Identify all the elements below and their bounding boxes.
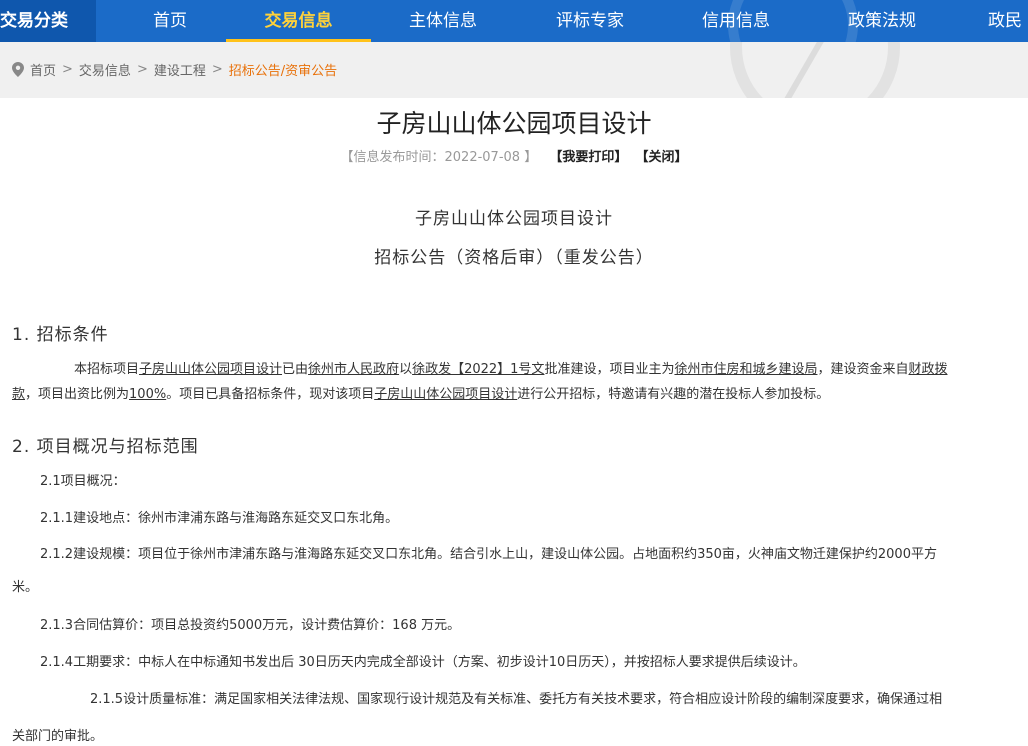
item-2-1: 2.1项目概况： (40, 474, 126, 489)
project-name: 子房山山体公园项目设计 (374, 387, 518, 402)
item-2-1-5-cont: 关部门的审批。 (12, 729, 104, 744)
article-meta: 【信息发布时间：2022-07-08 】 【我要打印】 【关闭】 (0, 148, 1028, 168)
text: 已由 (282, 362, 309, 377)
content-subtitle-notice-type: 招标公告（资格后审）（重发公告） (374, 248, 654, 268)
fund-source: 财政拨 (908, 362, 948, 377)
approval-doc: 徐政发【2022】1号文 (412, 362, 545, 377)
breadcrumb-construction[interactable]: 建设工程 (154, 60, 206, 79)
nav-category-button[interactable]: 交易分类 (0, 0, 96, 42)
content-subtitle-project: 子房山山体公园项目设计 (415, 209, 613, 229)
fund-source-cont: 款 (12, 387, 26, 402)
close-button[interactable]: 【关闭】 (636, 150, 688, 165)
publish-info: 【信息发布时间：2022-07-08 】 (340, 150, 537, 165)
item-2-1-4: 2.1.4工期要求：中标人在中标通知书发出后 30日历天内完成全部设计（方案、初… (40, 655, 806, 670)
item-2-1-5: 2.1.5设计质量标准：满足国家相关法律法规、国家现行设计规范及有关标准、委托方… (90, 692, 943, 707)
location-pin-icon (12, 62, 24, 77)
section-heading-conditions: 1. 招标条件 (12, 325, 109, 345)
text: ，建设资金来自 (817, 362, 909, 377)
text: 批准建设，项目业主为 (544, 362, 675, 377)
text: 2.1.2建设规模：项目位于徐州市津浦东路与淮海路东延交叉口东北角。结合引水上山… (40, 547, 937, 562)
section-1-paragraph: 本招标项目子房山山体公园项目设计已由徐州市人民政府以徐政发【2022】1号文批准… (12, 357, 1022, 407)
nav-item-policy[interactable]: 政策法规 (832, 0, 932, 42)
text: ，项目出资比例为 (25, 387, 130, 402)
breadcrumb-home[interactable]: 首页 (30, 60, 56, 79)
text: 以 (399, 362, 413, 377)
breadcrumb-trade-info[interactable]: 交易信息 (79, 60, 131, 79)
text: 进行公开招标，特邀请有兴趣的潜在投标人参加投标。 (517, 387, 830, 402)
breadcrumb-separator: > (136, 62, 148, 77)
nav-item-gov-people[interactable]: 政民 (988, 0, 1028, 42)
top-navigation-bar: 交易分类 首页 交易信息 主体信息 评标专家 信用信息 政策法规 政民 (0, 0, 1028, 42)
article-title: 子房山山体公园项目设计 (376, 109, 652, 138)
nav-item-credit-info[interactable]: 信用信息 (686, 0, 786, 42)
nav-item-trade-info[interactable]: 交易信息 (226, 0, 371, 42)
item-2-1-1: 2.1.1建设地点：徐州市津浦东路与淮海路东延交叉口东北角。 (40, 511, 399, 526)
fund-ratio: 100% (129, 387, 167, 402)
article: 子房山山体公园项目设计 【信息发布时间：2022-07-08 】 【我要打印】 … (0, 98, 1028, 744)
breadcrumb-current[interactable]: 招标公告/资审公告 (229, 60, 337, 79)
text: 本招标项目 (74, 362, 140, 377)
item-2-1-2: 2.1.2建设规模：项目位于徐州市津浦东路与淮海路东延交叉口东北角。结合引水上山… (40, 542, 1020, 567)
breadcrumb-separator: > (211, 62, 223, 77)
text: 。项目已具备招标条件，现对该项目 (166, 387, 375, 402)
publish-prefix: 【信息发布时间： (340, 150, 445, 165)
publish-suffix: 】 (520, 150, 538, 165)
breadcrumb-separator: > (62, 62, 73, 77)
breadcrumb-bar: 首页 > 交易信息 > 建设工程 > 招标公告/资审公告 (0, 42, 1028, 98)
nav-item-experts[interactable]: 评标专家 (540, 0, 640, 42)
approver: 徐州市人民政府 (308, 362, 400, 377)
print-button[interactable]: 【我要打印】 (549, 150, 627, 165)
nav-item-entity-info[interactable]: 主体信息 (393, 0, 493, 42)
nav-item-home[interactable]: 首页 (130, 0, 210, 42)
item-2-1-2-cont: 米。 (12, 580, 39, 595)
item-2-1-3: 2.1.3合同估算价：项目总投资约5000万元，设计费估算价：168 万元。 (40, 618, 461, 633)
section-heading-overview: 2. 项目概况与招标范围 (12, 437, 199, 457)
publish-date: 2022-07-08 (444, 150, 521, 165)
breadcrumb: 首页 > 交易信息 > 建设工程 > 招标公告/资审公告 (12, 60, 337, 79)
project-name: 子房山山体公园项目设计 (139, 362, 283, 377)
project-owner: 徐州市住房和城乡建设局 (674, 362, 818, 377)
